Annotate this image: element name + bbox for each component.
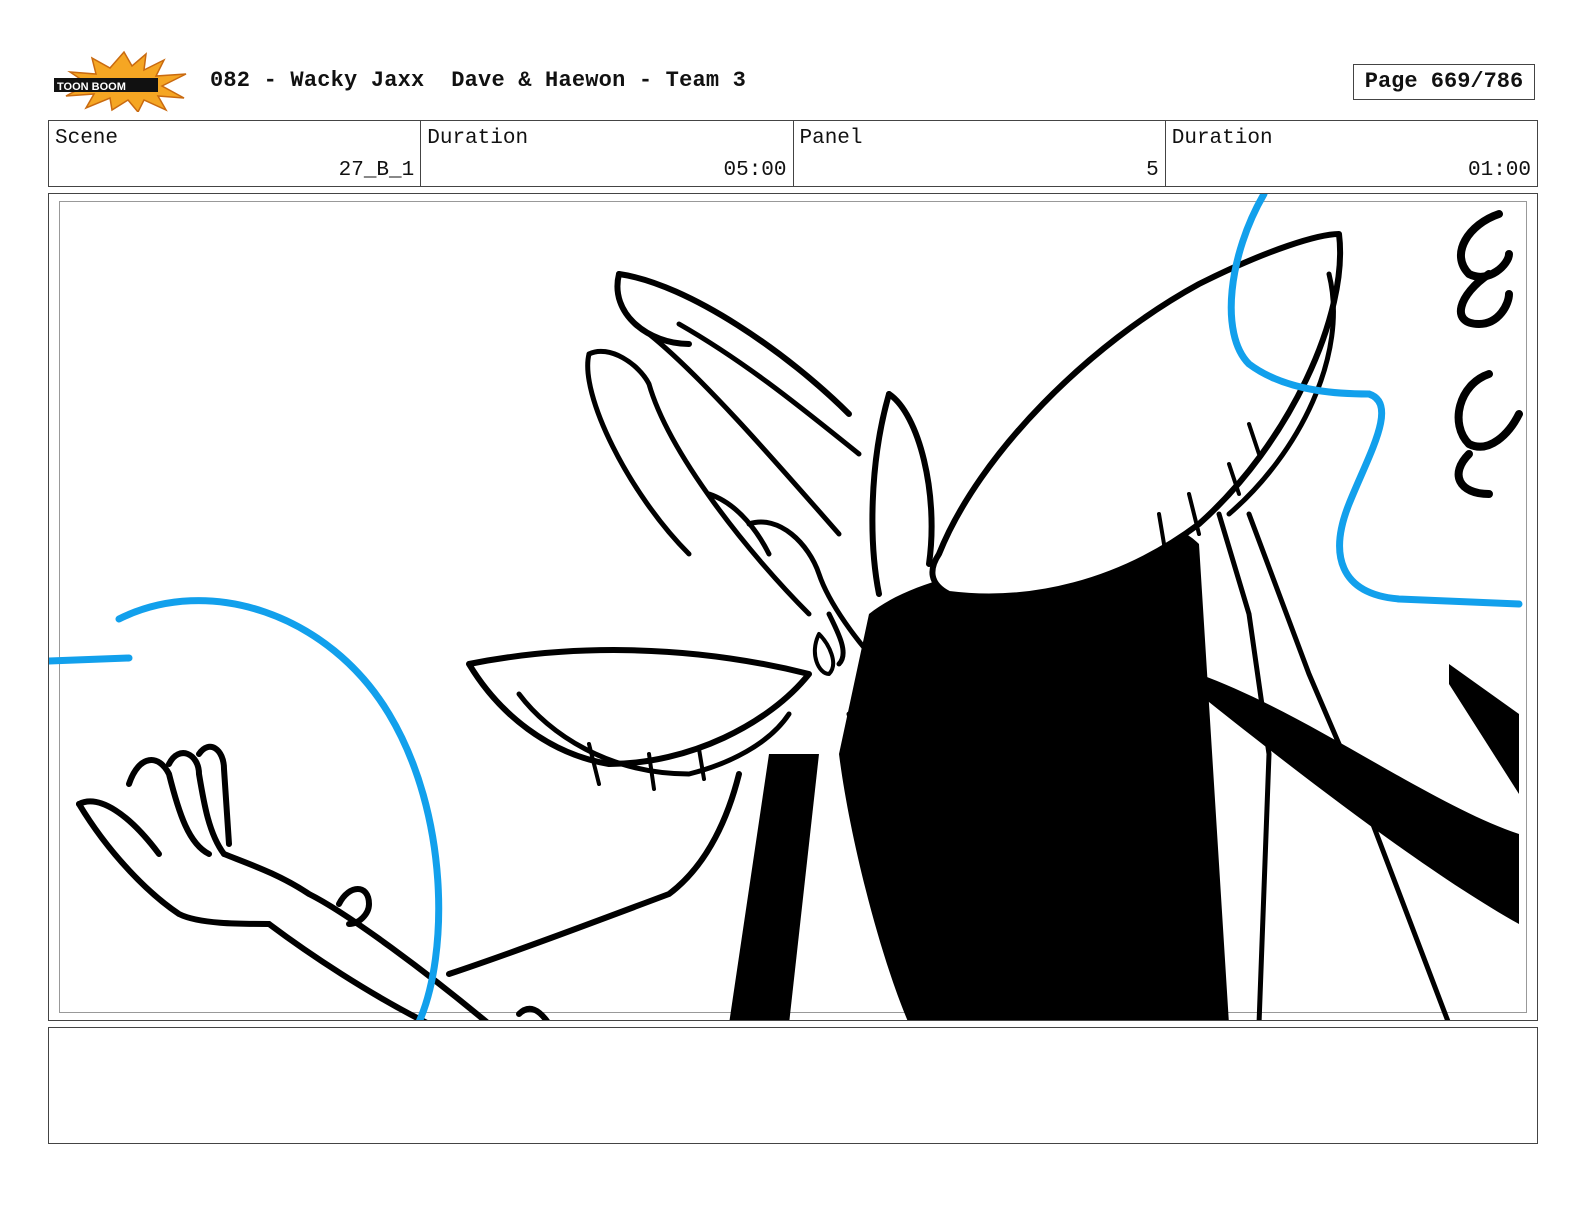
- head-outline: [929, 231, 1344, 600]
- panel-notes: [48, 1027, 1538, 1144]
- scene-duration-cell: Duration 05:00: [421, 121, 794, 186]
- dark-leg-shape: [729, 754, 819, 1020]
- scene-value: 27_B_1: [338, 159, 415, 182]
- right-edge-arm-shape: [1449, 664, 1519, 794]
- scene-duration-label: Duration: [427, 127, 529, 150]
- toon-boom-logo: TOON BOOM: [52, 50, 190, 114]
- panel-duration-label: Duration: [1171, 127, 1273, 150]
- scene-duration-value: 05:00: [723, 159, 787, 182]
- storyboard-panel: [48, 193, 1538, 1021]
- panel-value: 5: [1146, 159, 1159, 182]
- panel-cell: Panel 5: [794, 121, 1166, 186]
- scene-cell: Scene 27_B_1: [49, 121, 422, 186]
- panel-duration-value: 01:00: [1467, 159, 1531, 182]
- logo-text: TOON BOOM: [57, 81, 126, 93]
- panel-label: Panel: [799, 127, 863, 150]
- guide-circle-left: [115, 597, 443, 1020]
- scene-label: Scene: [55, 127, 119, 150]
- scene-info-table: Scene 27_B_1 Duration 05:00 Panel 5 Dura…: [48, 120, 1538, 187]
- page-number: Page 669/786: [1353, 64, 1535, 100]
- guide-line-left: [49, 654, 133, 665]
- panel-duration-cell: Duration 01:00: [1166, 121, 1537, 186]
- panel-sketch: [49, 194, 1523, 1020]
- storyboard-title: 082 - Wacky Jaxx Dave & Haewon - Team 3: [210, 68, 747, 93]
